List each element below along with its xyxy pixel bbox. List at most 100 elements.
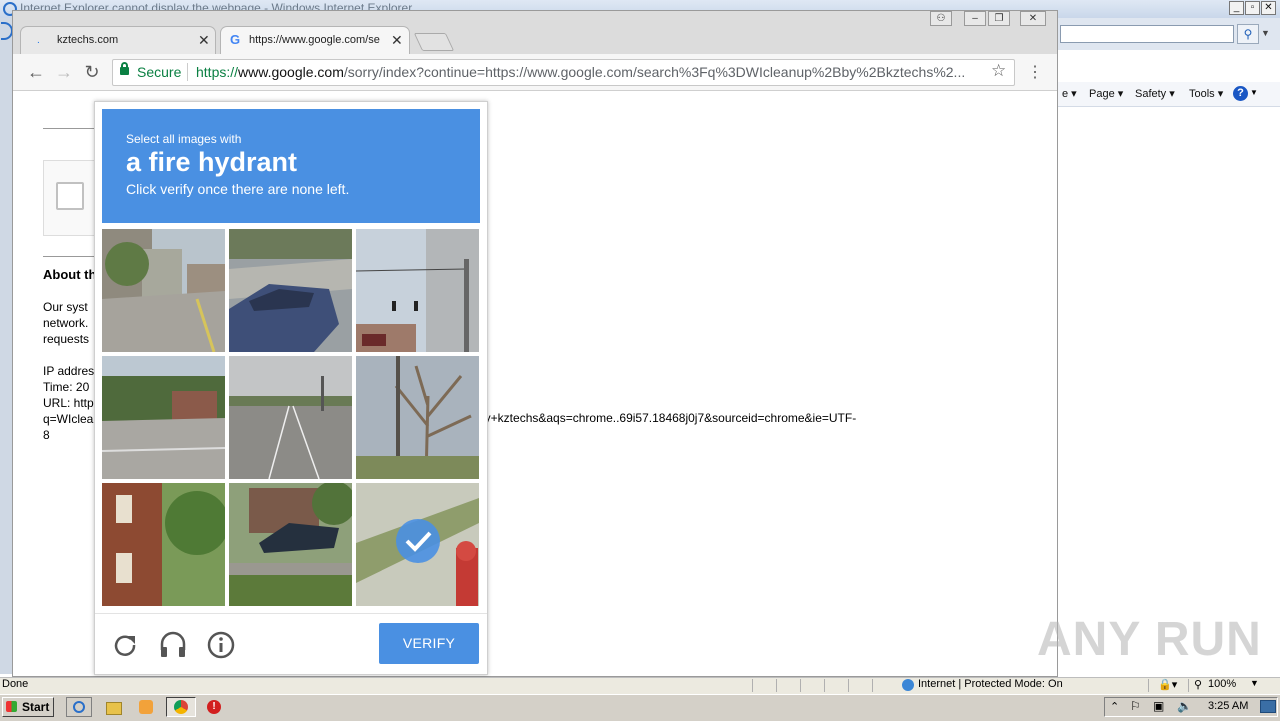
status-separator [848,679,849,692]
verify-button[interactable]: VERIFY [379,623,479,664]
tray-expand-icon[interactable]: ⌃ [1110,700,1119,713]
lock-icon [120,67,129,75]
protected-mode-icon[interactable]: 🔒▾ [1158,678,1177,691]
alert-icon: ! [207,700,221,714]
clock[interactable]: 3:25 AM [1208,700,1248,712]
back-icon[interactable]: ← [24,60,48,84]
captcha-tile-7[interactable] [102,483,225,606]
ie-left-edge [0,18,12,674]
headphones-glyph [160,631,186,657]
status-separator [800,679,801,692]
reload-page-icon[interactable]: ↻ [80,60,104,84]
recaptcha-pre-text: Select all images with [126,132,242,146]
forward-icon[interactable]: → [52,60,76,84]
ie-cmd-safety[interactable]: Safety ▾ [1135,87,1175,100]
url-text[interactable]: https://www.google.com/sorry/index?conti… [196,64,986,80]
recaptcha-target: a fire hydrant [126,147,298,177]
chrome-menu-icon[interactable]: ⋮ [1027,62,1043,82]
zoom-level[interactable]: 100% [1208,678,1236,690]
tab-close-icon[interactable]: ✕ [198,32,210,49]
chrome-logo-icon [174,700,188,714]
windows-flag-icon [6,701,17,712]
ie-search-dropdown-icon[interactable]: ▼ [1261,28,1270,38]
house-car-image [229,483,352,606]
zone-text: Internet | Protected Mode: On [918,678,1063,690]
ie-glyph-icon [73,701,85,713]
url-continuation: by+kztechs&aqs=chrome..69i57.18468j0j7&s… [478,411,857,425]
captcha-tile-8[interactable] [229,483,352,606]
captcha-tile-2[interactable] [229,229,352,352]
status-separator [1148,679,1149,692]
intersection-image [102,356,225,479]
headphones-icon[interactable] [158,630,188,660]
ie-minimize-button[interactable]: _ [1229,1,1244,15]
chrome-minimize-button[interactable]: – [964,11,986,26]
info-glyph [207,631,235,659]
volume-icon[interactable]: 🔈 [1177,699,1192,713]
url-scheme: https:// [196,64,239,80]
tab-title: kztechs.com [57,34,119,46]
security-taskbar-icon[interactable]: ! [202,697,228,717]
loading-icon: . [37,35,40,46]
help-dropdown-icon[interactable]: ▼ [1250,88,1258,97]
ie-cmd-safety-label: Safety [1135,88,1167,100]
body-line: requests [43,332,90,346]
recaptcha-footer-divider [95,613,487,614]
ie-taskbar-icon[interactable] [66,697,92,717]
folder-icon [106,702,122,715]
street-corner-image [102,229,225,352]
zoom-dropdown-icon[interactable]: ▼ [1250,678,1259,688]
tab-title: https://www.google.com/se [249,34,380,46]
ie-cmd-tools[interactable]: Tools ▾ [1189,87,1223,100]
help-icon[interactable]: ? [1233,86,1248,101]
captcha-tile-3[interactable] [356,229,479,352]
zoom-icon[interactable]: ⚲ [1194,678,1202,691]
captcha-tile-4[interactable] [102,356,225,479]
recaptcha-instruction: Click verify once there are none left. [126,181,350,197]
captcha-tile-6[interactable] [356,356,479,479]
ie-close-button[interactable]: ✕ [1261,1,1276,15]
captcha-tile-5[interactable] [229,356,352,479]
chrome-restore-button[interactable]: ❐ [988,11,1010,26]
url-wrap-line: q=WIclea [43,412,94,426]
ip-label: IP addres [43,364,95,378]
captcha-tile-9[interactable] [356,483,479,606]
profile-icon[interactable]: ⚇ [930,11,952,26]
bookmark-star-icon[interactable]: ☆ [991,61,1006,81]
ie-cmd-page-label: Page [1089,88,1115,100]
info-icon[interactable] [206,630,236,660]
ie-cmd-page[interactable]: Page ▾ [1089,87,1123,100]
tab-google-sorry[interactable]: G https://www.google.com/se ✕ [220,26,410,54]
ie-content-area [1058,18,1280,674]
media-player-taskbar-icon[interactable] [134,697,160,717]
explorer-taskbar-icon[interactable] [100,697,126,717]
tab-close-icon[interactable]: ✕ [391,32,403,49]
status-separator [1188,679,1189,692]
status-separator [776,679,777,692]
url-host: www.google.com [238,64,344,80]
status-text: Done [2,678,29,690]
captcha-tile-1[interactable] [102,229,225,352]
reload-icon[interactable] [110,630,140,660]
url-tail-number: 8 [43,428,50,442]
body-line: network. [43,316,89,330]
url-label: URL: http [43,396,94,410]
network-icon[interactable]: ▣ [1153,699,1164,713]
chrome-taskbar-icon[interactable] [166,697,196,717]
secure-label[interactable]: Secure [137,64,181,80]
status-separator [824,679,825,692]
tab-kztechs[interactable]: . kztechs.com ✕ [20,26,216,54]
watermark: ANY RUN [1037,613,1262,666]
ie-restore-button[interactable]: ▫ [1245,1,1260,15]
flag-icon[interactable]: ⚐ [1130,699,1141,713]
ie-search-icon[interactable]: ⚲ [1237,24,1259,44]
ie-search-input[interactable] [1060,25,1234,43]
omnibox-separator [187,63,188,81]
chrome-close-button[interactable]: ✕ [1020,11,1046,26]
url-path: /sorry/index?continue=https://www.google… [343,64,966,80]
recaptcha-checkbox[interactable] [56,182,84,210]
ie-cmd-caret[interactable]: e ▾ [1062,87,1077,100]
highway-image [229,356,352,479]
ie-status-bar [0,677,1280,694]
show-desktop-icon[interactable] [1260,700,1276,713]
